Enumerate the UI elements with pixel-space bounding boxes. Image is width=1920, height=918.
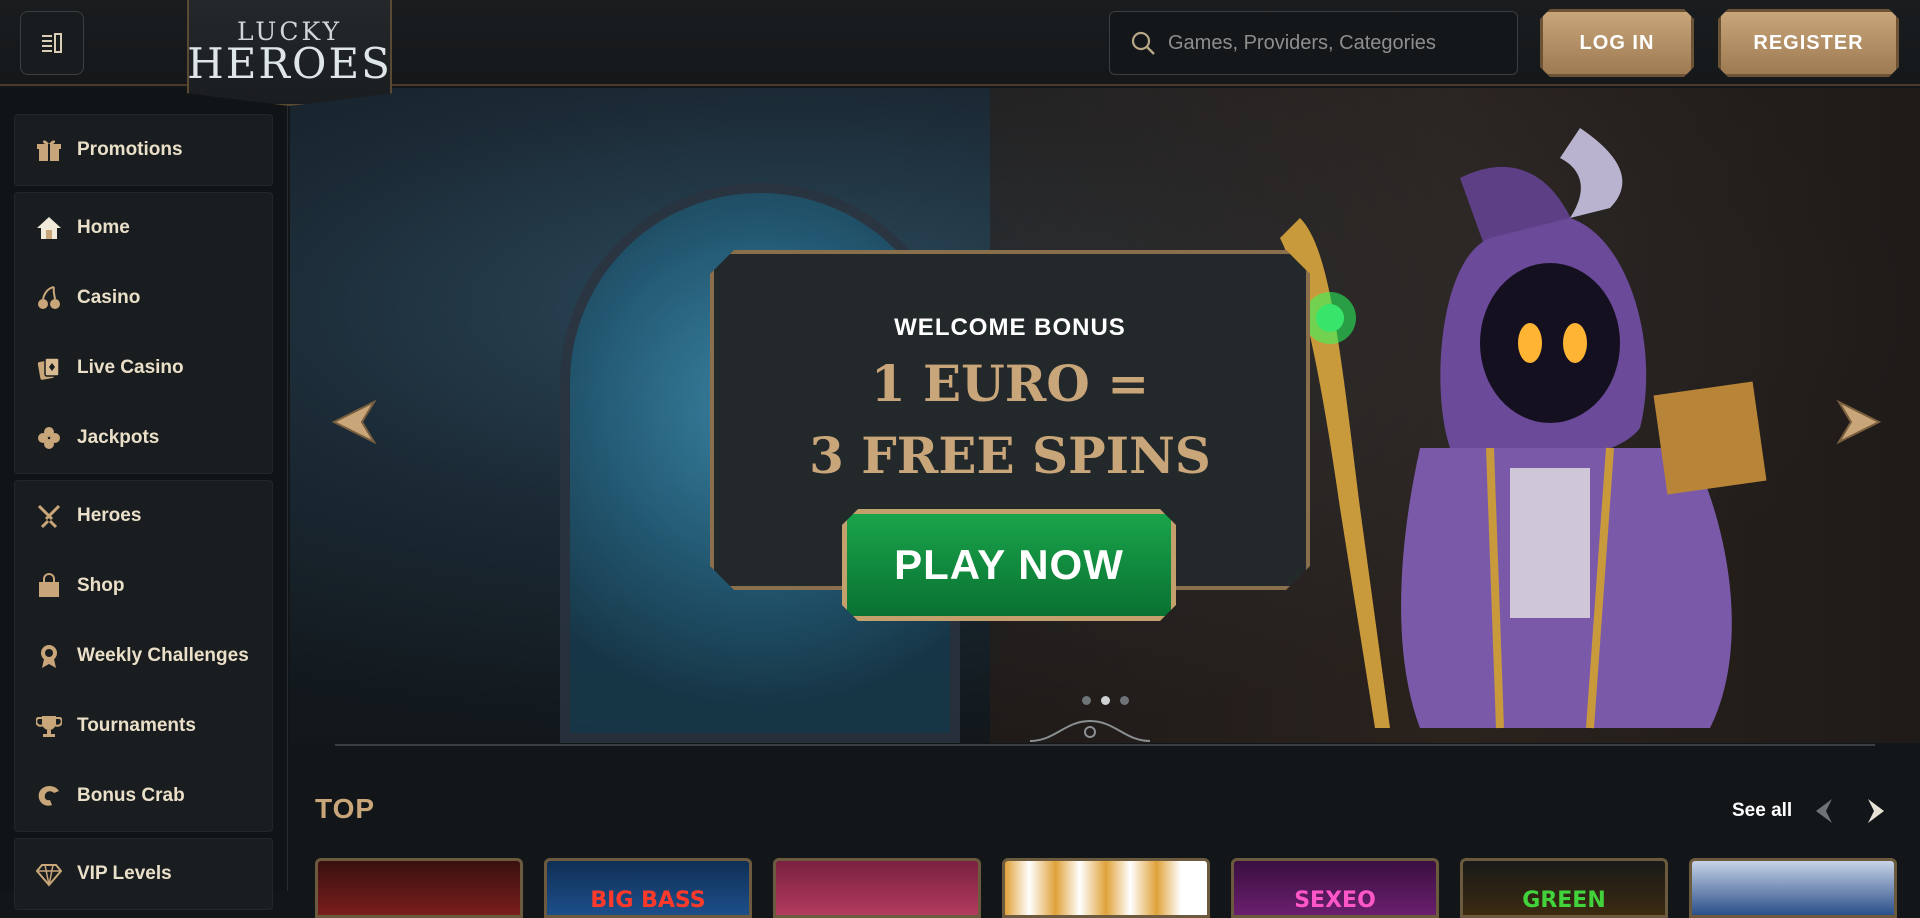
carousel-dot[interactable]: [1082, 696, 1091, 705]
welcome-bonus-label: WELCOME BONUS: [894, 314, 1126, 341]
carousel-dot[interactable]: [1120, 696, 1129, 705]
sidebar-item-vip-levels[interactable]: VIP Levels: [15, 839, 272, 909]
section-title-top: TOP: [315, 793, 376, 824]
carousel-next-arrow-icon[interactable]: [1835, 398, 1883, 446]
sidebar-item-tournaments[interactable]: Tournaments: [15, 691, 272, 761]
game-tile[interactable]: SEXEO: [1231, 858, 1439, 918]
sidebar-group-features: Heroes Shop Weekly Challenges Tournament…: [14, 480, 273, 832]
register-button[interactable]: REGISTER: [1718, 9, 1899, 77]
sidebar: Promotions Home Casino Live Casino Jackp…: [0, 88, 288, 910]
chevron-left-icon[interactable]: [1810, 796, 1838, 826]
sidebar-item-label: Live Casino: [77, 357, 184, 378]
home-icon: [35, 214, 63, 242]
sidebar-item-label: Home: [77, 217, 130, 238]
bonus-line-2: 3 FREE SPINS: [809, 426, 1211, 485]
search-input[interactable]: [1168, 31, 1498, 55]
sidebar-item-label: Casino: [77, 287, 141, 308]
chevron-right-icon[interactable]: [1862, 796, 1890, 826]
crossed-swords-icon: [35, 502, 63, 530]
search-icon: [1131, 31, 1155, 55]
carousel-dots: [1082, 696, 1129, 705]
sidebar-item-label: Heroes: [77, 505, 142, 526]
sidebar-item-casino[interactable]: Casino: [15, 263, 272, 333]
carousel-prev-arrow-icon[interactable]: [330, 398, 378, 446]
sidebar-group-promotions: Promotions: [14, 114, 273, 186]
sidebar-toggle-icon: [42, 33, 62, 53]
game-tile[interactable]: [773, 858, 981, 918]
game-tile[interactable]: BIG BASS: [544, 858, 752, 918]
sidebar-item-jackpots[interactable]: Jackpots: [15, 403, 272, 473]
hero-banner-carousel: WELCOME BONUS 1 EURO = 3 FREE SPINS PLAY…: [290, 88, 1920, 743]
cherries-icon: [35, 284, 63, 312]
sidebar-item-weekly-challenges[interactable]: Weekly Challenges: [15, 621, 272, 691]
medal-icon: [35, 642, 63, 670]
gift-icon: [35, 136, 63, 164]
sidebar-item-label: Tournaments: [77, 715, 196, 736]
game-tile[interactable]: [315, 858, 523, 918]
site-logo[interactable]: LUCKY HEROES: [187, 0, 392, 106]
game-tile[interactable]: [1689, 858, 1897, 918]
game-tile[interactable]: GREEN: [1460, 858, 1668, 918]
see-all-link[interactable]: See all: [1732, 800, 1792, 822]
clover-icon: [35, 424, 63, 452]
diamond-icon: [35, 860, 63, 888]
sidebar-item-promotions[interactable]: Promotions: [15, 115, 272, 185]
sidebar-item-label: VIP Levels: [77, 863, 172, 884]
sidebar-item-shop[interactable]: Shop: [15, 551, 272, 621]
sidebar-item-home[interactable]: Home: [15, 193, 272, 263]
carousel-dot-active[interactable]: [1101, 696, 1110, 705]
bonus-line-1: 1 EURO =: [870, 354, 1150, 413]
sidebar-item-live-casino[interactable]: Live Casino: [15, 333, 272, 403]
sidebar-item-label: Jackpots: [77, 427, 160, 448]
crab-claw-icon: [35, 782, 63, 810]
shopping-bag-icon: [35, 572, 63, 600]
cards-icon: [35, 354, 63, 382]
sidebar-group-vip: VIP Levels: [14, 838, 273, 910]
sidebar-item-label: Weekly Challenges: [77, 645, 249, 666]
sidebar-item-heroes[interactable]: Heroes: [15, 481, 272, 551]
trophy-icon: [35, 712, 63, 740]
login-button[interactable]: LOG IN: [1540, 9, 1694, 77]
top-games-row: BIG BASS SEXEO GREEN: [315, 858, 1897, 918]
sidebar-group-main: Home Casino Live Casino Jackpots: [14, 192, 273, 474]
sidebar-item-bonus-crab[interactable]: Bonus Crab: [15, 761, 272, 831]
ornament-icon: [1029, 719, 1151, 742]
game-tile[interactable]: [1002, 858, 1210, 918]
search-box[interactable]: [1109, 11, 1518, 75]
header: LUCKY HEROES LOG IN REGISTER: [0, 0, 1920, 106]
sidebar-item-label: Promotions: [77, 139, 183, 160]
sidebar-item-label: Shop: [77, 575, 125, 596]
logo-line2: HEROES: [187, 39, 392, 88]
menu-toggle-button[interactable]: [20, 11, 84, 75]
sidebar-item-label: Bonus Crab: [77, 785, 185, 806]
play-now-button[interactable]: PLAY NOW: [842, 509, 1176, 621]
